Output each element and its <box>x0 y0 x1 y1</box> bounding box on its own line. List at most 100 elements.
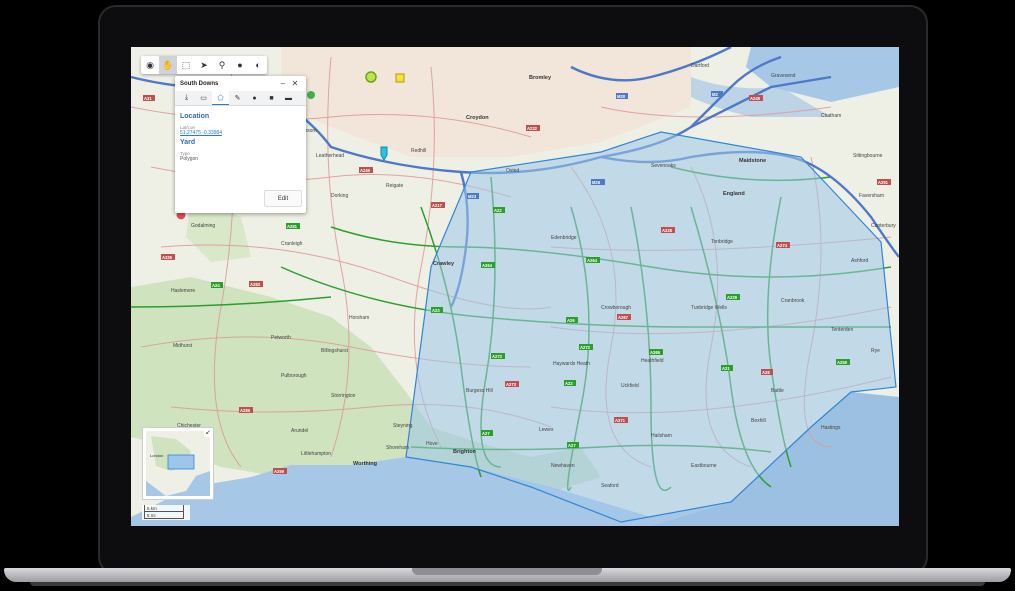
place-maidstone: Maidstone <box>739 158 766 164</box>
type-value: Polygon <box>180 156 199 162</box>
svg-text:Gravesend: Gravesend <box>771 73 796 79</box>
svg-text:Redhill: Redhill <box>411 148 426 154</box>
svg-text:Dartford: Dartford <box>691 63 709 69</box>
svg-text:A259: A259 <box>274 469 285 474</box>
svg-text:Sittingbourne: Sittingbourne <box>853 153 883 159</box>
pointer-icon[interactable]: ➤ <box>195 56 213 74</box>
svg-text:Lewes: Lewes <box>539 427 554 433</box>
svg-text:Hastings: Hastings <box>821 425 841 431</box>
shape-icon[interactable]: ⬠ <box>212 91 229 105</box>
svg-text:Ashford: Ashford <box>851 258 868 264</box>
svg-text:Hailsham: Hailsham <box>651 433 672 439</box>
svg-text:A291: A291 <box>878 180 889 185</box>
latlon-value-link[interactable]: 51.27475 -0.33984 <box>180 130 301 136</box>
svg-text:Tenterden: Tenterden <box>831 327 853 333</box>
pin-icon[interactable]: ⚲ <box>213 56 231 74</box>
svg-text:A274: A274 <box>777 243 788 248</box>
svg-text:Battle: Battle <box>771 388 784 394</box>
edit-button[interactable]: Edit <box>264 190 302 207</box>
svg-text:Uckfield: Uckfield <box>621 383 639 389</box>
svg-text:Tonbridge: Tonbridge <box>711 239 733 245</box>
svg-text:A273: A273 <box>506 382 517 387</box>
pan-icon[interactable]: ✋ <box>159 56 177 74</box>
svg-text:A28: A28 <box>762 370 770 375</box>
panel-title: South Downs <box>180 80 219 87</box>
feature-info-panel: South Downs – ✕ ⤓ ▭ ⬠ ✎ ● ■ ▬ Location L… <box>175 76 306 213</box>
svg-text:Sevenoaks: Sevenoaks <box>651 163 676 169</box>
place-crawley: Crawley <box>433 261 455 267</box>
svg-text:Faversham: Faversham <box>859 193 884 199</box>
svg-text:Seaford: Seaford <box>601 483 619 489</box>
laptop-notch <box>412 568 602 575</box>
svg-text:Newhaven: Newhaven <box>551 463 575 469</box>
svg-text:A281: A281 <box>287 224 298 229</box>
svg-text:Burgess Hill: Burgess Hill <box>466 388 493 394</box>
svg-text:A27: A27 <box>568 443 576 448</box>
yard-heading: Yard <box>180 139 196 146</box>
svg-text:A325: A325 <box>162 255 173 260</box>
place-croydon: Croydon <box>466 115 489 121</box>
svg-text:Chatham: Chatham <box>821 113 841 119</box>
place-brighton: Brighton <box>453 449 477 455</box>
map-toolbar: ◉ ✋ ⬚ ➤ ⚲ ● ◐ <box>141 56 267 74</box>
minimap-view: London <box>146 431 210 496</box>
svg-text:A264: A264 <box>587 258 598 263</box>
marker-yellow-square <box>395 73 405 83</box>
svg-text:Rye: Rye <box>871 348 880 354</box>
svg-text:Haywards Heath: Haywards Heath <box>553 361 590 367</box>
svg-text:Petworth: Petworth <box>271 335 291 341</box>
svg-text:A21: A21 <box>722 366 730 371</box>
svg-text:A285: A285 <box>240 408 251 413</box>
map-screen[interactable]: A24 A264 A264 A26 A272 A265 A229 A21 A25… <box>131 47 899 526</box>
comment-icon[interactable]: ● <box>231 56 249 74</box>
svg-text:Leatherhead: Leatherhead <box>316 153 344 159</box>
layers-icon[interactable]: ■ <box>263 91 280 105</box>
svg-text:Arundel: Arundel <box>291 428 308 434</box>
svg-text:A265: A265 <box>650 350 661 355</box>
svg-text:Billingshurst: Billingshurst <box>321 348 349 354</box>
minimize-button[interactable]: – <box>277 79 289 88</box>
image-icon[interactable]: ▭ <box>195 91 212 105</box>
info-icon[interactable]: ● <box>246 91 263 105</box>
svg-text:Edenbridge: Edenbridge <box>551 235 577 241</box>
svg-text:A217: A217 <box>432 203 443 208</box>
svg-text:Dorking: Dorking <box>331 193 348 199</box>
close-button[interactable]: ✕ <box>289 79 301 88</box>
svg-text:Pulborough: Pulborough <box>281 373 307 379</box>
svg-text:M23: M23 <box>468 194 477 199</box>
globe-icon[interactable]: ◐ <box>249 56 267 74</box>
svg-text:A232: A232 <box>527 126 538 131</box>
svg-text:A24: A24 <box>212 283 220 288</box>
svg-text:Oxted: Oxted <box>506 168 520 174</box>
svg-text:A228: A228 <box>662 228 673 233</box>
svg-text:Storrington: Storrington <box>331 393 356 399</box>
minimap-place-label: London <box>150 453 163 458</box>
panel-tabs: ⤓ ▭ ⬠ ✎ ● ■ ▬ <box>175 91 306 106</box>
place-bromley: Bromley <box>529 75 552 81</box>
laptop-base-shadow <box>30 582 985 586</box>
edit-doc-icon[interactable]: ✎ <box>229 91 246 105</box>
svg-text:Horsham: Horsham <box>349 315 369 321</box>
svg-text:M26: M26 <box>592 180 601 185</box>
svg-text:A259: A259 <box>837 360 848 365</box>
download-icon[interactable]: ⤓ <box>178 91 195 105</box>
svg-text:Godalming: Godalming <box>191 223 215 229</box>
svg-text:A23: A23 <box>432 308 440 313</box>
overview-minimap[interactable]: London ↙ <box>142 427 214 500</box>
svg-text:A22: A22 <box>565 381 573 386</box>
svg-text:Hove: Hove <box>426 441 438 447</box>
svg-text:A272: A272 <box>492 354 503 359</box>
svg-text:A264: A264 <box>482 263 493 268</box>
svg-text:A22: A22 <box>494 208 502 213</box>
minimap-toggle-icon[interactable]: ↙ <box>204 429 212 437</box>
svg-text:A283: A283 <box>250 282 261 287</box>
briefcase-icon[interactable]: ▬ <box>280 91 297 105</box>
svg-text:Cranleigh: Cranleigh <box>281 241 303 247</box>
svg-text:A249: A249 <box>750 96 761 101</box>
marker-green-dot <box>307 91 315 99</box>
panel-header: South Downs – ✕ <box>175 76 306 91</box>
select-box-icon[interactable]: ⬚ <box>177 56 195 74</box>
svg-text:M2: M2 <box>712 92 718 97</box>
svg-text:Tunbridge Wells: Tunbridge Wells <box>691 305 727 311</box>
eye-icon[interactable]: ◉ <box>141 56 159 74</box>
